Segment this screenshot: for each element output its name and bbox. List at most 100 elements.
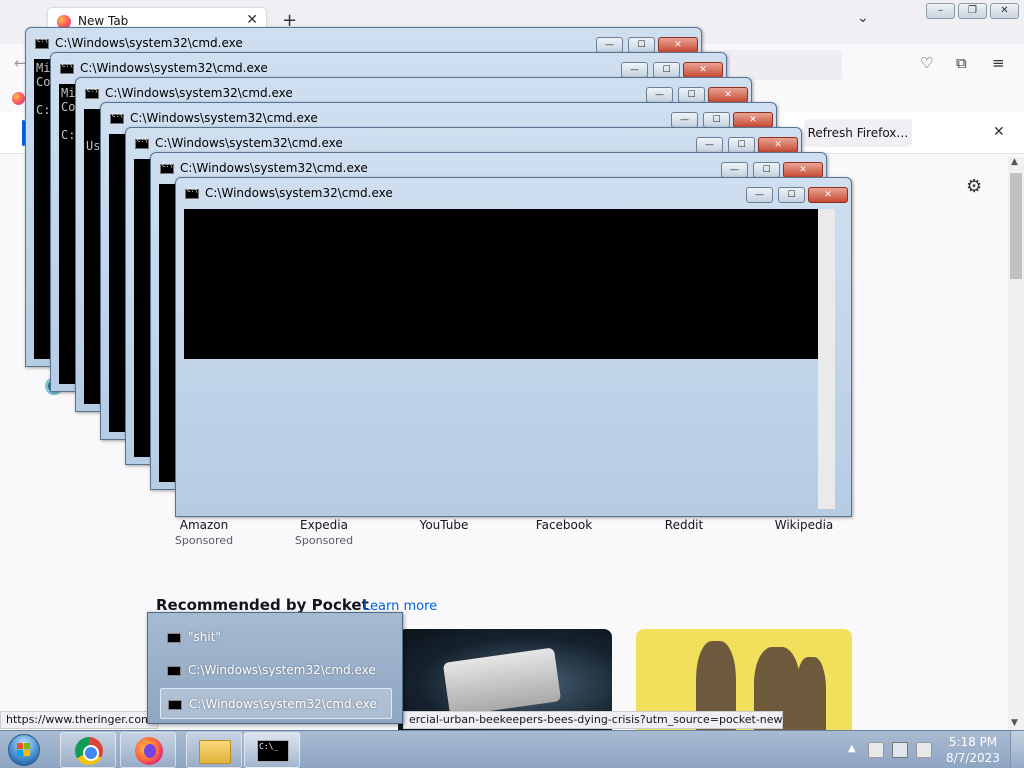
cmd-close-button[interactable]: ✕: [733, 112, 773, 128]
shortcut-label-youtube[interactable]: YouTube: [389, 518, 499, 532]
windows-taskbar: C:\_ ▲ 5:18 PM 8/7/2023: [0, 730, 1024, 768]
hamburger-menu-icon[interactable]: ≡: [992, 54, 1005, 72]
shortcut-sponsored-amazon: Sponsored: [174, 534, 234, 547]
action-center-flag-icon[interactable]: [868, 742, 884, 758]
scroll-down-icon[interactable]: ▼: [1011, 718, 1018, 728]
network-icon[interactable]: [892, 742, 908, 758]
maximize-icon: ☐: [787, 190, 796, 200]
show-desktop-button[interactable]: [1010, 731, 1024, 768]
cmd-window-title: C:\Windows\system32\cmd.exe: [80, 61, 268, 75]
cmd-window-icon: [185, 187, 199, 199]
start-button[interactable]: [2, 732, 48, 768]
volume-muted-icon[interactable]: [916, 742, 932, 758]
cmd-close-button[interactable]: ✕: [783, 162, 823, 178]
close-window-button[interactable]: ✕: [990, 3, 1019, 19]
jumplist-item-selected[interactable]: C:\Windows\system32\cmd.exe: [160, 688, 392, 719]
list-all-tabs-icon[interactable]: ⌄: [857, 10, 869, 26]
cmd-window-icon: [168, 700, 182, 710]
cmd-minimize-button[interactable]: —: [596, 37, 623, 53]
cmd-window-title: C:\Windows\system32\cmd.exe: [105, 86, 293, 100]
cmd-maximize-button[interactable]: ☐: [703, 112, 730, 128]
cmd-minimize-button[interactable]: —: [621, 62, 648, 78]
shortcut-label-expedia[interactable]: Expedia: [269, 518, 379, 532]
cmd-window-icon: [135, 137, 149, 149]
maximize-icon: ☐: [737, 140, 746, 150]
cmd-maximize-button[interactable]: ☐: [728, 137, 755, 153]
cmd-window-title: C:\Windows\system32\cmd.exe: [205, 186, 393, 200]
taskbar-chrome-button[interactable]: [60, 732, 116, 768]
shortcut-label-reddit[interactable]: Reddit: [629, 518, 739, 532]
minimize-icon: —: [680, 115, 689, 125]
cmd-window[interactable]: C:\Windows\system32\cmd.exe — ☐ ✕: [175, 177, 852, 517]
jumplist-item[interactable]: "shit": [160, 622, 392, 653]
system-clock[interactable]: 5:18 PM 8/7/2023: [940, 734, 1006, 766]
cmd-maximize-button[interactable]: ☐: [653, 62, 680, 78]
scrollbar-thumb[interactable]: [1010, 173, 1022, 279]
cmd-close-button[interactable]: ✕: [808, 187, 848, 203]
cmd-close-button[interactable]: ✕: [658, 37, 698, 53]
close-icon: ✕: [1000, 5, 1009, 16]
minimize-icon: —: [630, 65, 639, 75]
cmd-close-button[interactable]: ✕: [683, 62, 723, 78]
cmd-window-title: C:\Windows\system32\cmd.exe: [130, 111, 318, 125]
shortcut-label-amazon[interactable]: Amazon: [149, 518, 259, 532]
taskbar-explorer-button[interactable]: [186, 732, 242, 768]
minimize-button[interactable]: –: [926, 3, 955, 19]
maximize-icon: ☐: [762, 165, 771, 175]
cmd-close-button[interactable]: ✕: [708, 87, 748, 103]
close-icon: ✕: [774, 140, 782, 150]
jumplist-item[interactable]: C:\Windows\system32\cmd.exe: [160, 655, 392, 686]
scroll-up-icon[interactable]: ▲: [1011, 157, 1018, 167]
cmd-console-area[interactable]: [184, 209, 818, 359]
minimize-icon: —: [605, 40, 614, 50]
shortcut-label-wikipedia[interactable]: Wikipedia: [749, 518, 859, 532]
extensions-icon[interactable]: ⧉: [956, 54, 967, 72]
minimize-icon: –: [938, 5, 943, 16]
page-scrollbar[interactable]: ▲ ▼: [1008, 157, 1024, 730]
jumplist-item-label: C:\Windows\system32\cmd.exe: [188, 663, 376, 677]
tab-close-icon[interactable]: ✕: [246, 12, 258, 28]
cmd-window-icon: [60, 62, 74, 74]
notification-close-icon[interactable]: ✕: [993, 124, 1005, 140]
credit-card-image: [442, 647, 562, 717]
jumplist-item-label: C:\Windows\system32\cmd.exe: [189, 697, 377, 711]
cmd-window-icon: [35, 37, 49, 49]
cmd-minimize-button[interactable]: —: [646, 87, 673, 103]
close-icon: ✕: [799, 165, 807, 175]
close-icon: ✕: [824, 190, 832, 200]
maximize-icon: ☐: [662, 65, 671, 75]
cmd-maximize-button[interactable]: ☐: [753, 162, 780, 178]
cmd-window-icon: [160, 162, 174, 174]
cmd-minimize-button[interactable]: —: [721, 162, 748, 178]
cmd-window-icon: [167, 633, 181, 643]
cmd-maximize-button[interactable]: ☐: [678, 87, 705, 103]
maximize-icon: ☐: [712, 115, 721, 125]
maximize-icon: ☐: [687, 90, 696, 100]
restore-button[interactable]: ❐: [958, 3, 987, 19]
taskbar-firefox-button[interactable]: [120, 732, 176, 768]
close-icon: ✕: [724, 90, 732, 100]
cmd-maximize-button[interactable]: ☐: [778, 187, 805, 203]
settings-gear-icon[interactable]: ⚙: [966, 176, 982, 197]
cmd-maximize-button[interactable]: ☐: [628, 37, 655, 53]
cmd-minimize-button[interactable]: —: [696, 137, 723, 153]
cmd-taskbar-jumplist: "shit" C:\Windows\system32\cmd.exe C:\Wi…: [147, 612, 403, 724]
shortcut-sponsored-expedia: Sponsored: [294, 534, 354, 547]
minimize-icon: —: [755, 190, 764, 200]
minimize-icon: —: [730, 165, 739, 175]
cmd-minimize-button[interactable]: —: [671, 112, 698, 128]
taskbar-cmd-button[interactable]: C:\_: [244, 732, 300, 768]
cmd-minimize-button[interactable]: —: [746, 187, 773, 203]
folder-icon: [199, 740, 231, 764]
refresh-firefox-button[interactable]: Refresh Firefox…: [804, 119, 912, 147]
windows-flag-icon: [17, 743, 31, 757]
show-hidden-icons-icon[interactable]: ▲: [848, 743, 856, 754]
cmd-close-button[interactable]: ✕: [758, 137, 798, 153]
shortcut-label-facebook[interactable]: Facebook: [509, 518, 619, 532]
pocket-icon[interactable]: ♡: [920, 54, 933, 72]
bookmark-favicon-icon[interactable]: [12, 92, 25, 105]
cmd-window-icon: [110, 112, 124, 124]
cmd-scrollbar[interactable]: [818, 209, 835, 509]
status-link-url: https://www.theringer.com: [0, 711, 158, 729]
cmd-window-icon: [167, 666, 181, 676]
